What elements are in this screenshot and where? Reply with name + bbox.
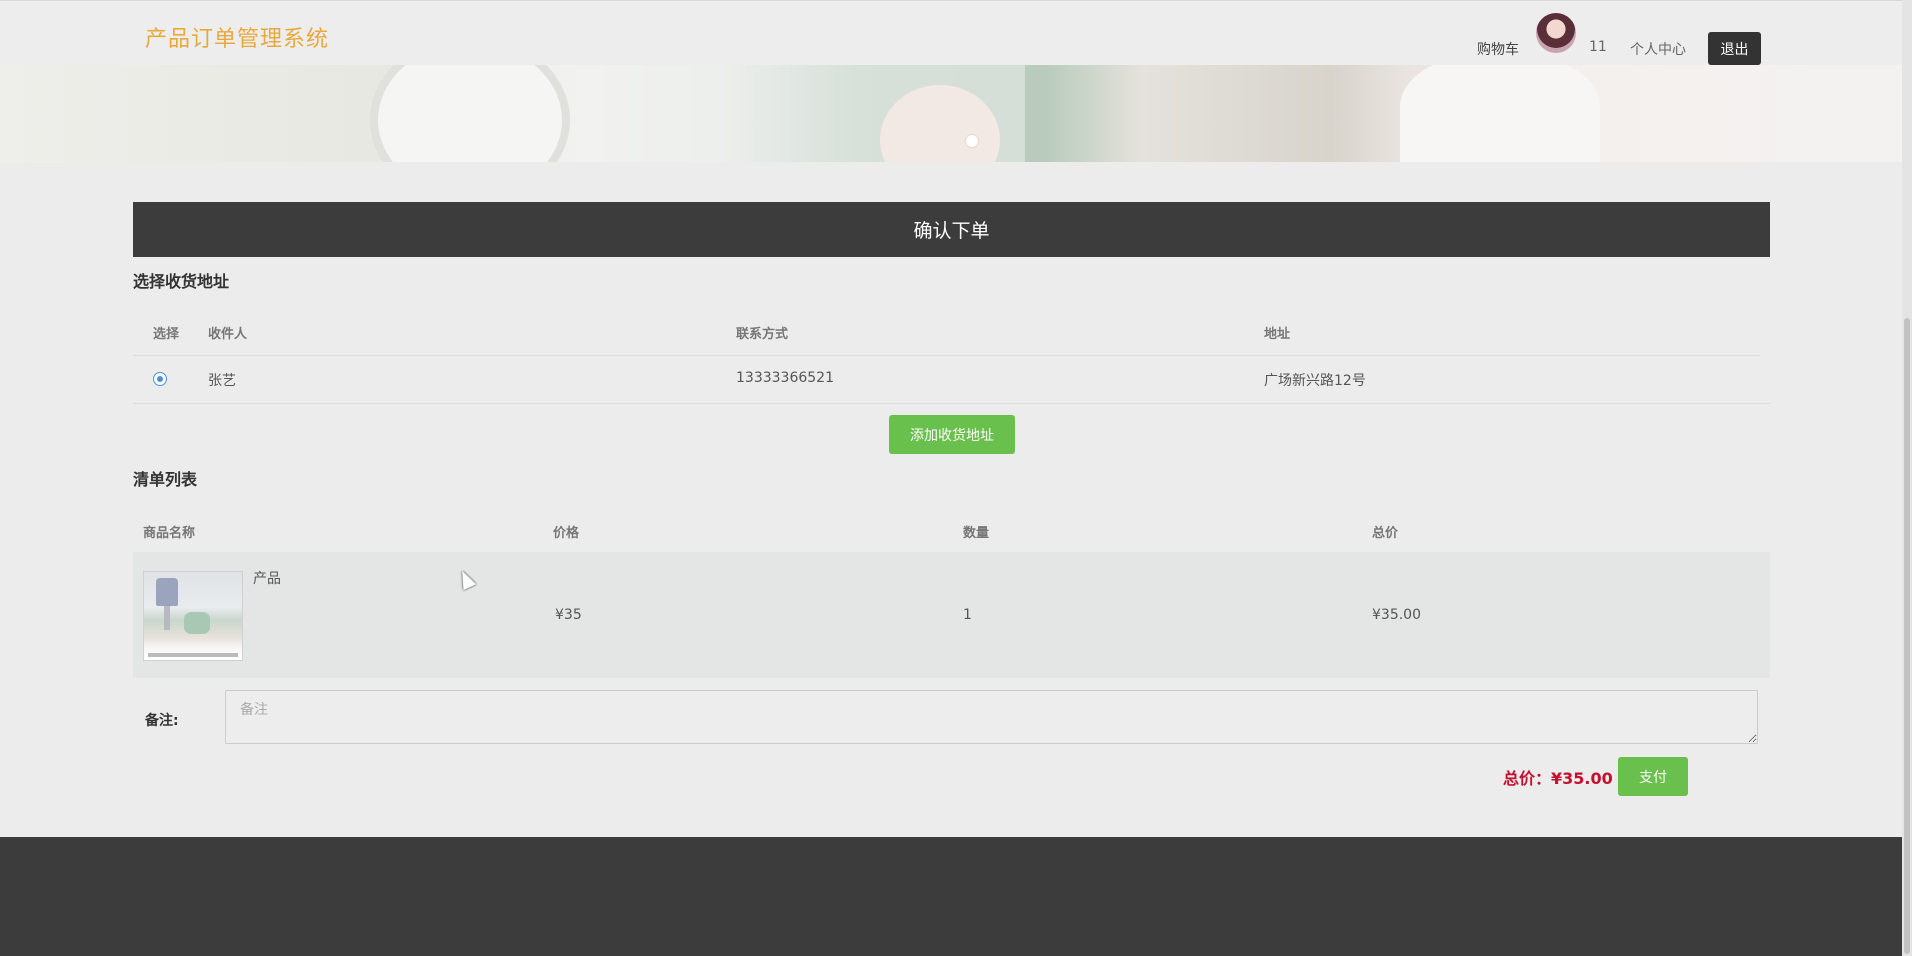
column-header: 总价 [1372, 526, 1399, 541]
thumbnail-shape [156, 578, 178, 606]
logout-button[interactable]: 退出 [1708, 32, 1761, 65]
footer [0, 837, 1902, 956]
scrollbar-thumb[interactable] [1904, 318, 1910, 954]
recipient-address: 广场新兴路12号 [1264, 373, 1366, 389]
add-address-button[interactable]: 添加收货地址 [889, 415, 1015, 454]
column-header: 联系方式 [736, 327, 789, 342]
address-section-heading: 选择收货地址 [133, 272, 230, 291]
product-name: 产品 [253, 571, 281, 587]
remark-label: 备注: [145, 713, 179, 729]
column-header: 价格 [553, 526, 580, 541]
recipient-name: 张艺 [208, 373, 236, 389]
banner-image-shape [370, 65, 570, 162]
carousel-indicator-dot[interactable] [966, 135, 978, 147]
remark-input[interactable] [225, 690, 1758, 744]
product-thumbnail[interactable] [143, 571, 243, 661]
pay-button[interactable]: 支付 [1618, 757, 1688, 796]
page-title: 确认下单 [133, 202, 1770, 257]
order-total: 总价：¥35.00 [1503, 769, 1613, 788]
thumbnail-shape [148, 653, 238, 657]
top-navbar: 产品订单管理系统 购物车 11 个人中心 退出 [0, 0, 1902, 65]
page-scrollbar[interactable] [1902, 0, 1912, 956]
column-header: 商品名称 [143, 526, 196, 541]
site-logo[interactable]: 产品订单管理系统 [145, 21, 329, 53]
address-radio[interactable] [153, 372, 167, 386]
product-quantity: 1 [963, 607, 972, 623]
column-header: 选择 [153, 327, 180, 342]
recipient-phone: 13333366521 [736, 370, 834, 386]
divider [133, 403, 1770, 404]
username-label: 11 [1589, 39, 1607, 55]
column-header: 数量 [963, 526, 990, 541]
thumbnail-shape [184, 612, 210, 634]
divider [133, 355, 1760, 356]
column-header: 收件人 [208, 327, 248, 342]
banner-image-shape [1400, 65, 1600, 162]
table-row [133, 552, 1770, 678]
thumbnail-shape [164, 606, 170, 630]
nav-cart-link[interactable]: 购物车 [1477, 39, 1519, 59]
nav-user-center-link[interactable]: 个人中心 [1630, 39, 1686, 59]
banner-carousel [0, 65, 1902, 162]
column-header: 地址 [1264, 327, 1291, 342]
product-total: ¥35.00 [1372, 607, 1421, 623]
product-price: ¥35 [555, 607, 582, 623]
order-list-heading: 清单列表 [133, 470, 198, 489]
avatar[interactable] [1536, 13, 1576, 53]
